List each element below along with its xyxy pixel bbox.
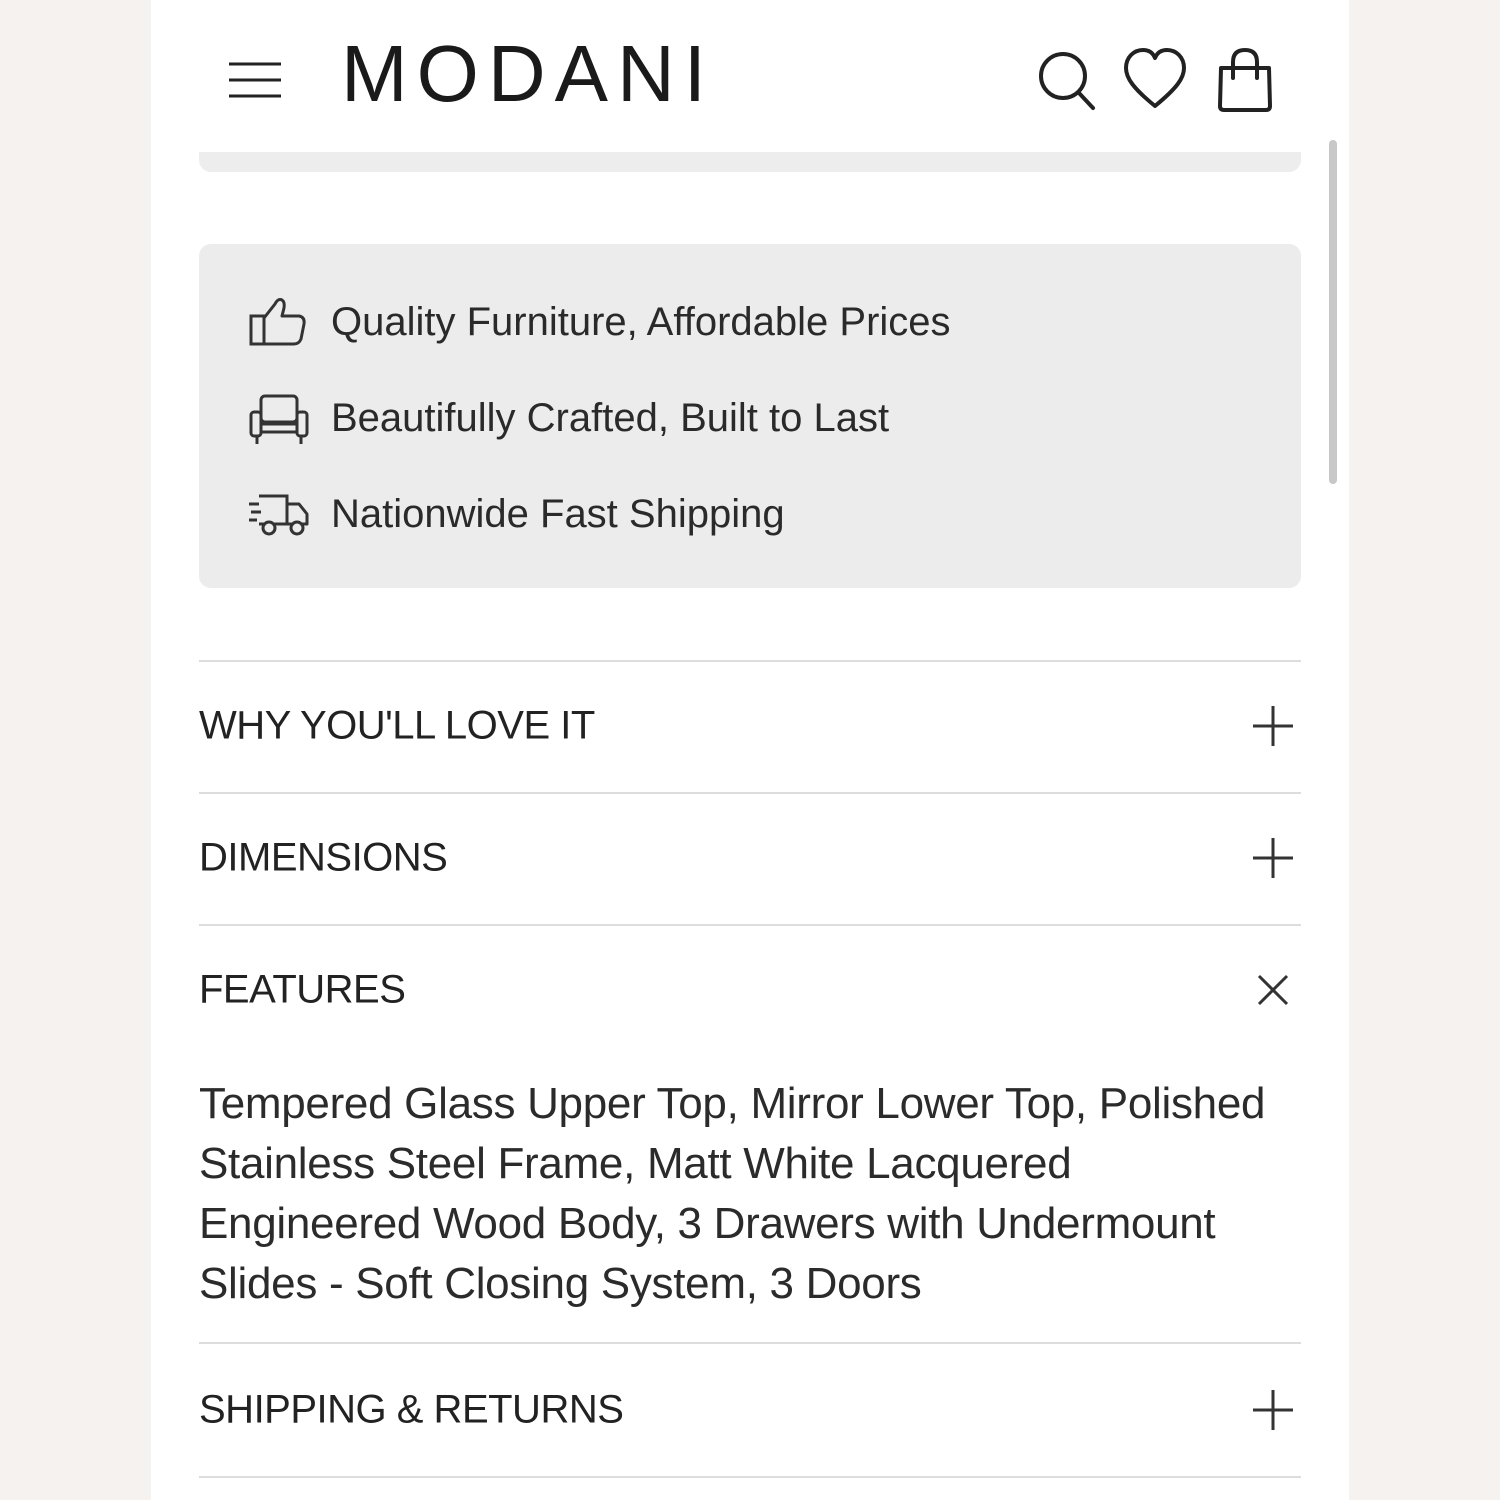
benefit-item: Nationwide Fast Shipping [247, 484, 1247, 544]
accordion-why-youll-love-it[interactable]: WHY YOU'LL LOVE IT [199, 662, 1301, 790]
search-icon[interactable] [1035, 46, 1099, 114]
accordion-title: DIMENSIONS [199, 835, 448, 880]
benefit-label: Beautifully Crafted, Built to Last [331, 395, 890, 440]
accordion-dimensions[interactable]: DIMENSIONS [199, 794, 1301, 922]
product-page: MODANI Quality Furniture, Affordable Pri… [151, 0, 1349, 1500]
plus-icon[interactable] [1251, 704, 1295, 748]
heart-icon[interactable] [1123, 46, 1187, 114]
armchair-icon [249, 394, 309, 444]
plus-icon[interactable] [1251, 836, 1295, 880]
close-icon[interactable] [1251, 968, 1295, 1012]
thumbs-up-icon [249, 298, 306, 346]
divider [199, 1342, 1301, 1344]
benefits-panel: Quality Furniture, Affordable Prices Bea… [199, 244, 1301, 588]
accordion-title: SHIPPING & RETURNS [199, 1387, 624, 1432]
delivery-truck-icon [249, 494, 309, 536]
benefit-label: Nationwide Fast Shipping [331, 491, 785, 536]
benefit-item: Quality Furniture, Affordable Prices [247, 292, 1247, 352]
menu-icon[interactable] [227, 58, 283, 102]
accordion-features[interactable]: FEATURES [199, 926, 1301, 1054]
brand-logo[interactable]: MODANI [341, 34, 715, 114]
accordion-title: WHY YOU'LL LOVE IT [199, 703, 595, 748]
scrollbar[interactable] [1329, 140, 1337, 484]
site-header: MODANI [151, 0, 1349, 150]
divider [199, 1476, 1301, 1478]
plus-icon[interactable] [1251, 1388, 1295, 1432]
previous-card-edge [199, 152, 1301, 172]
features-description: Tempered Glass Upper Top, Mirror Lower T… [199, 1079, 1266, 1308]
accordion-shipping-returns[interactable]: SHIPPING & RETURNS [199, 1346, 1301, 1474]
shopping-bag-icon[interactable] [1213, 46, 1277, 114]
benefit-item: Beautifully Crafted, Built to Last [247, 388, 1247, 448]
benefit-label: Quality Furniture, Affordable Prices [331, 299, 951, 344]
accordion-title: FEATURES [199, 967, 406, 1012]
